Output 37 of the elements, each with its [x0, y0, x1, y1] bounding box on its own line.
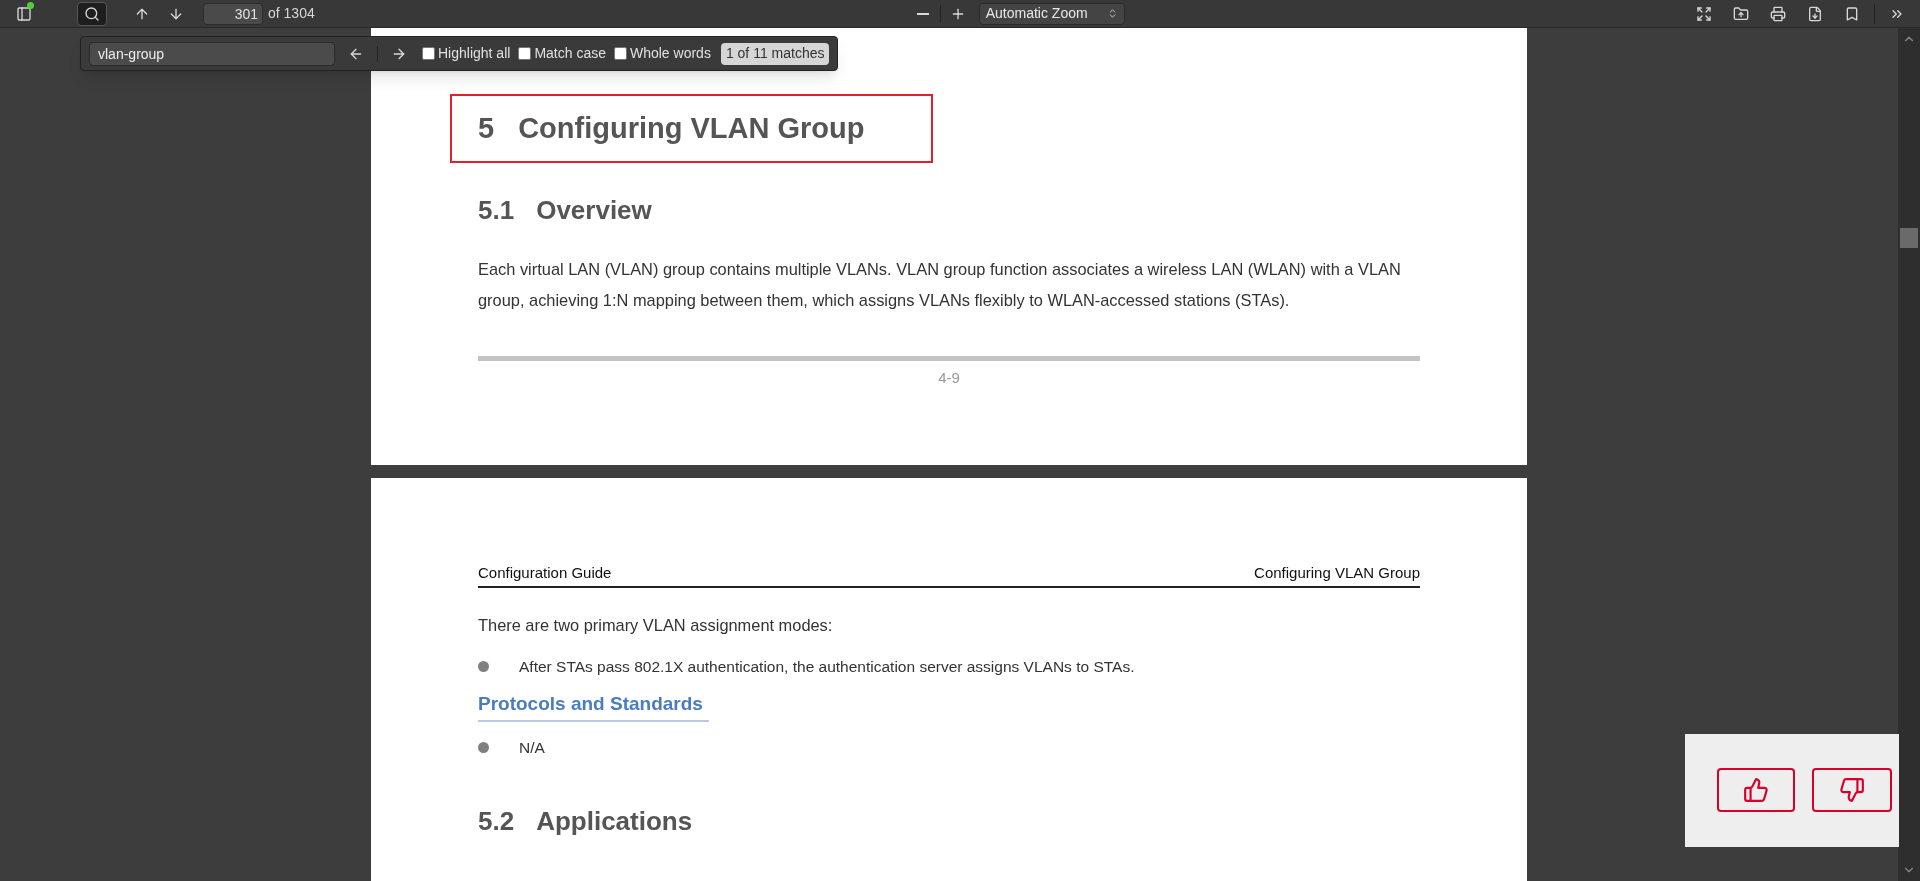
body-paragraph: Each virtual LAN (VLAN) group contains multiple VLANs. VLAN group function associates a wireless LAN (WLAN) with a VLAN group, achieving 1:N mapping between them, which assigns VLANs flexibly to WLAN-accessed stations (STAs).: [478, 259, 1402, 311]
bullet-text: After STAs pass 802.1X authentication, the authentication server assigns VLANs to STAs.: [519, 656, 1135, 677]
checkbox-label: Whole words: [629, 44, 711, 63]
checkbox-label: Match case: [534, 44, 606, 63]
expand-icon: [1696, 5, 1712, 22]
search-button[interactable]: [77, 1, 107, 26]
chapter-heading: 5 Configuring VLAN Group: [450, 94, 933, 163]
section-heading: 5.1 Overview: [478, 194, 653, 227]
folder-upload-icon: [1733, 5, 1749, 22]
file-download-icon: [1807, 5, 1823, 22]
scroll-thumb[interactable]: [1900, 228, 1918, 248]
page-number-field[interactable]: 301: [203, 2, 263, 25]
running-header: Configuring VLAN Group: [1254, 563, 1420, 583]
body-paragraph: There are two primary VLAN assignment modes:: [478, 614, 834, 636]
search-icon: [84, 5, 100, 22]
running-header: Configuration Guide: [478, 563, 612, 583]
section-heading: 5.2 Applications: [478, 804, 694, 838]
find-field[interactable]: vlan-group: [89, 41, 335, 66]
thumbs-down-icon: [1839, 777, 1865, 803]
zoom-dropdown[interactable]: Automatic Zoom: [978, 2, 1125, 25]
scrollbar[interactable]: [1898, 28, 1920, 881]
checkbox[interactable]: [518, 47, 532, 60]
match-count: 1 of 11 matches: [720, 42, 830, 65]
printer-icon: [1770, 5, 1786, 22]
bookmark-icon: [1844, 5, 1860, 22]
page-number: 4-9: [938, 368, 960, 388]
subheading: Protocols and Standards: [478, 689, 709, 723]
minus-icon: [916, 12, 929, 15]
page-count: of 1304: [268, 4, 315, 23]
thumbs-up-button[interactable]: [1717, 768, 1795, 812]
thumbs-down-button[interactable]: [1812, 768, 1892, 812]
checkbox[interactable]: [422, 47, 435, 60]
bullet-text: N/A: [519, 738, 545, 759]
sidebar-icon: [16, 5, 32, 22]
checkbox-label: Highlight all: [438, 44, 511, 63]
checkbox[interactable]: [613, 47, 627, 60]
thumbs-up-icon: [1743, 777, 1769, 803]
